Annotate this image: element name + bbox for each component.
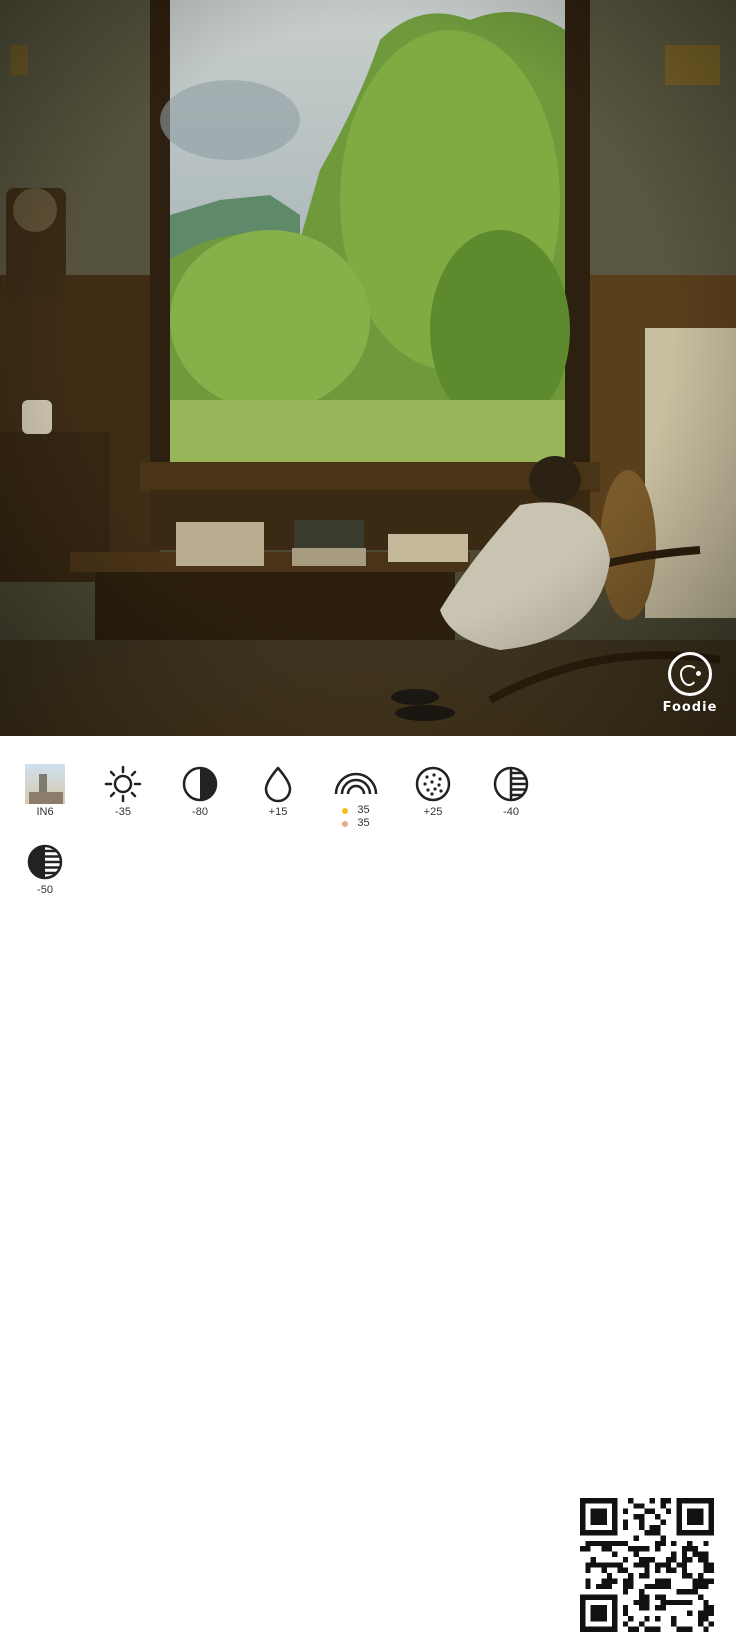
saturation-tool[interactable]: +15	[253, 764, 303, 819]
saturation-icon	[264, 766, 292, 803]
highlights-value: -40	[503, 806, 519, 818]
foodie-watermark: Foodie	[660, 652, 720, 715]
highlight-tone-value: 35	[357, 804, 370, 816]
grain-tool[interactable]: +25	[408, 764, 458, 819]
edited-photo: Foodie	[0, 0, 736, 736]
adjustments-panel: IN6 -35 -80 +15 35 35 +25 -40 -50	[0, 736, 736, 1632]
filter-thumbnail-icon	[25, 764, 65, 804]
saturation-value: +15	[268, 806, 288, 818]
color-tone-icon	[334, 772, 378, 795]
shadows-value: -50	[37, 884, 53, 896]
brightness-value: -35	[115, 806, 131, 818]
highlights-tool[interactable]: -40	[486, 764, 536, 819]
highlight-tone: 35	[331, 804, 381, 817]
shadows-tool[interactable]: -50	[20, 842, 70, 897]
photo-scene	[0, 0, 736, 736]
brightness-tool[interactable]: -35	[98, 764, 148, 819]
shadow-tone: 35	[331, 817, 381, 830]
highlight-tone-swatch	[342, 807, 349, 814]
filter-name: IN6	[36, 806, 54, 818]
contrast-tool[interactable]: -80	[175, 764, 225, 819]
qr-code	[580, 1498, 714, 1632]
color-tone-tool[interactable]: 35 35	[331, 764, 381, 830]
highlights-icon	[493, 766, 529, 802]
shadow-tone-value: 35	[357, 817, 370, 829]
shadows-icon	[27, 844, 63, 880]
contrast-icon	[182, 766, 218, 802]
contrast-value: -80	[192, 806, 208, 818]
grain-value: +25	[423, 806, 443, 818]
watermark-label: Foodie	[662, 700, 718, 715]
shadow-tone-swatch	[342, 820, 349, 827]
foodie-logo-icon	[668, 652, 712, 696]
grain-icon	[415, 766, 451, 802]
filter-tool[interactable]: IN6	[20, 764, 70, 819]
brightness-icon	[104, 765, 142, 803]
